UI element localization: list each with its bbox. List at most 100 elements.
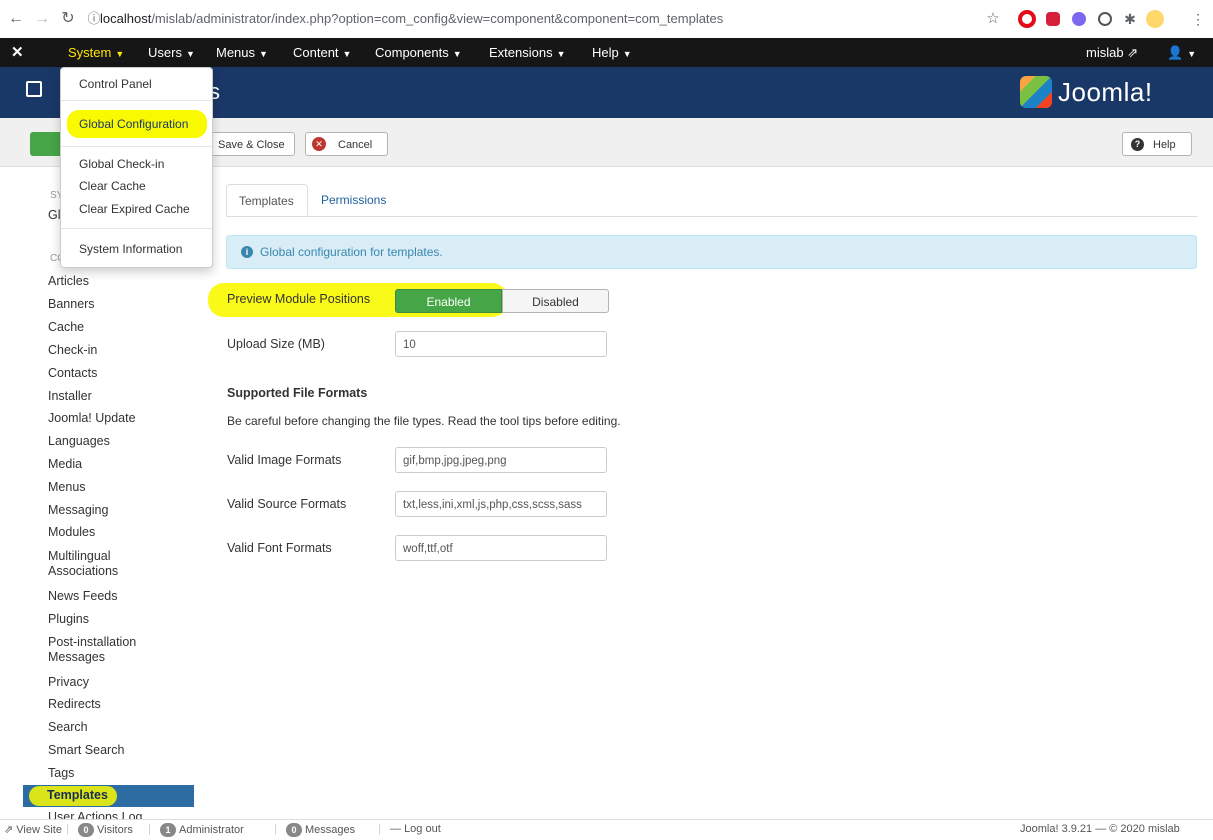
admin-badge: 1 <box>160 823 176 837</box>
menu-system[interactable]: System ▼ <box>68 38 124 67</box>
sidebar-item-privacy[interactable]: Privacy <box>48 675 89 690</box>
visitors-status[interactable]: 0 Visitors <box>78 823 133 837</box>
help-button[interactable]: ? Help <box>1122 132 1192 156</box>
image-formats-label: Valid Image Formats <box>227 453 342 467</box>
user-menu-icon[interactable]: 👤 ▼ <box>1167 38 1196 67</box>
sidebar-item-plugins[interactable]: Plugins <box>48 612 89 627</box>
sidebar-item-search[interactable]: Search <box>48 720 88 735</box>
sidebar-item-news-feeds[interactable]: News Feeds <box>48 589 117 604</box>
sidebar-item-contacts[interactable]: Contacts <box>48 366 97 381</box>
disabled-option[interactable]: Disabled <box>502 289 609 313</box>
cancel-icon: ✕ <box>312 137 326 151</box>
dropdown-divider <box>61 228 212 229</box>
version-text: Joomla! 3.9.21 — © 2020 mislab <box>1020 823 1180 835</box>
dropdown-clear-cache[interactable]: Clear Cache <box>79 179 146 193</box>
sidebar-item-checkin[interactable]: Check-in <box>48 343 97 358</box>
administrator-status[interactable]: 1 Administrator <box>160 823 244 837</box>
profile-avatar-icon[interactable] <box>1146 10 1164 28</box>
purple-extension-icon[interactable] <box>1072 12 1086 26</box>
sidebar-item-redirects[interactable]: Redirects <box>48 697 101 712</box>
info-alert: i Global configuration for templates. <box>226 235 1197 269</box>
upload-size-label: Upload Size (MB) <box>227 337 325 351</box>
back-icon[interactable]: ← <box>6 9 26 29</box>
bookmark-star-icon[interactable]: ☆ <box>983 9 1003 29</box>
separator: | <box>274 823 277 835</box>
tab-permissions[interactable]: Permissions <box>309 184 398 216</box>
sidebar-item-global[interactable]: Gl <box>48 208 61 222</box>
sidebar-item-messaging[interactable]: Messaging <box>48 503 108 518</box>
menu-components[interactable]: Components ▼ <box>375 38 462 67</box>
tabs-divider <box>226 216 1197 217</box>
section-description: Be careful before changing the file type… <box>227 414 621 428</box>
preview-positions-toggle: Enabled Disabled <box>395 289 609 313</box>
dropdown-global-checkin[interactable]: Global Check-in <box>79 157 164 171</box>
visitors-badge: 0 <box>78 823 94 837</box>
forward-icon[interactable]: → <box>32 9 52 29</box>
source-formats-input[interactable]: txt,less,ini,xml,js,php,css,scss,sass <box>395 491 607 517</box>
menu-users[interactable]: Users ▼ <box>148 38 195 67</box>
sidebar-item-multilingual[interactable]: Multilingual Associations <box>48 549 168 579</box>
separator: | <box>148 823 151 835</box>
menu-help[interactable]: Help ▼ <box>592 38 632 67</box>
site-link[interactable]: mislab ⇗ <box>1086 38 1138 67</box>
sidebar-item-post-installation[interactable]: Post-installation Messages <box>48 635 168 665</box>
info-icon: i <box>241 246 253 258</box>
separator: | <box>66 823 69 835</box>
dropdown-global-configuration[interactable]: Global Configuration <box>79 117 188 131</box>
font-formats-label: Valid Font Formats <box>227 541 332 555</box>
joomla-brand-text: Joomla! <box>1058 77 1153 107</box>
sidebar-item-installer[interactable]: Installer <box>48 389 92 404</box>
sidebar-item-articles[interactable]: Articles <box>48 274 89 289</box>
joomla-logo-icon[interactable]: ✕ <box>11 38 24 67</box>
circle-extension-icon[interactable] <box>1098 12 1112 26</box>
dropdown-system-information[interactable]: System Information <box>79 242 182 256</box>
reload-icon[interactable]: ↻ <box>58 9 78 29</box>
puzzle-extensions-icon[interactable]: ✱ <box>1120 9 1140 29</box>
section-title: Supported File Formats <box>227 386 368 400</box>
opera-extension-icon[interactable] <box>1018 10 1036 28</box>
status-bar: ⇗ View Site | 0 Visitors | 1 Administrator… <box>0 819 1213 840</box>
save-close-button[interactable]: Save & Close <box>209 132 295 156</box>
sidebar-item-modules[interactable]: Modules <box>48 525 95 540</box>
admin-top-menu: ✕ System ▼ Users ▼ Menus ▼ Content ▼ Compone… <box>0 38 1213 67</box>
tab-templates[interactable]: Templates <box>226 184 308 216</box>
logout-link[interactable]: — Log out <box>390 823 441 835</box>
menu-extensions[interactable]: Extensions ▼ <box>489 38 566 67</box>
upload-size-input[interactable]: 10 <box>395 331 607 357</box>
separator: | <box>378 823 381 835</box>
sidebar-item-templates-active[interactable]: Templates <box>23 785 194 807</box>
browser-toolbar: ← → ↻ ⓘ localhost/mislab/administrator/i… <box>0 0 1213 39</box>
system-dropdown: Control Panel Global Configuration Globa… <box>60 67 213 268</box>
sidebar-item-languages[interactable]: Languages <box>48 434 110 449</box>
source-formats-label: Valid Source Formats <box>227 497 347 511</box>
messages-badge: 0 <box>286 823 302 837</box>
messages-status[interactable]: 0 Messages <box>286 823 355 837</box>
browser-menu-icon[interactable]: ⋮ <box>1188 9 1208 29</box>
sidebar-item-templates: Templates <box>47 788 108 802</box>
config-icon <box>26 81 42 97</box>
help-icon: ? <box>1131 138 1144 151</box>
dropdown-divider <box>61 100 212 101</box>
sidebar-item-user-actions-log[interactable]: User Actions Log <box>48 810 143 819</box>
view-site-link[interactable]: ⇗ View Site <box>4 823 62 836</box>
preview-positions-label: Preview Module Positions <box>227 292 371 306</box>
sidebar-item-cache[interactable]: Cache <box>48 320 84 335</box>
dropdown-clear-expired-cache[interactable]: Clear Expired Cache <box>79 202 190 216</box>
sidebar-item-banners[interactable]: Banners <box>48 297 95 312</box>
menu-content[interactable]: Content ▼ <box>293 38 351 67</box>
cancel-button[interactable]: ✕ Cancel <box>305 132 388 156</box>
dropdown-divider <box>61 146 212 147</box>
font-formats-input[interactable]: woff,ttf,otf <box>395 535 607 561</box>
sidebar-item-tags[interactable]: Tags <box>48 766 74 781</box>
enabled-option[interactable]: Enabled <box>395 289 502 313</box>
sidebar-item-media[interactable]: Media <box>48 457 82 472</box>
red-extension-icon[interactable] <box>1046 12 1060 26</box>
joomla-brand-icon <box>1020 76 1052 108</box>
sidebar-item-smart-search[interactable]: Smart Search <box>48 743 124 758</box>
dropdown-control-panel[interactable]: Control Panel <box>79 77 152 91</box>
address-bar[interactable]: localhost/mislab/administrator/index.php… <box>100 8 980 30</box>
image-formats-input[interactable]: gif,bmp,jpg,jpeg,png <box>395 447 607 473</box>
sidebar-item-joomla-update[interactable]: Joomla! Update <box>48 411 136 426</box>
menu-menus[interactable]: Menus ▼ <box>216 38 268 67</box>
sidebar-item-menus[interactable]: Menus <box>48 480 86 495</box>
